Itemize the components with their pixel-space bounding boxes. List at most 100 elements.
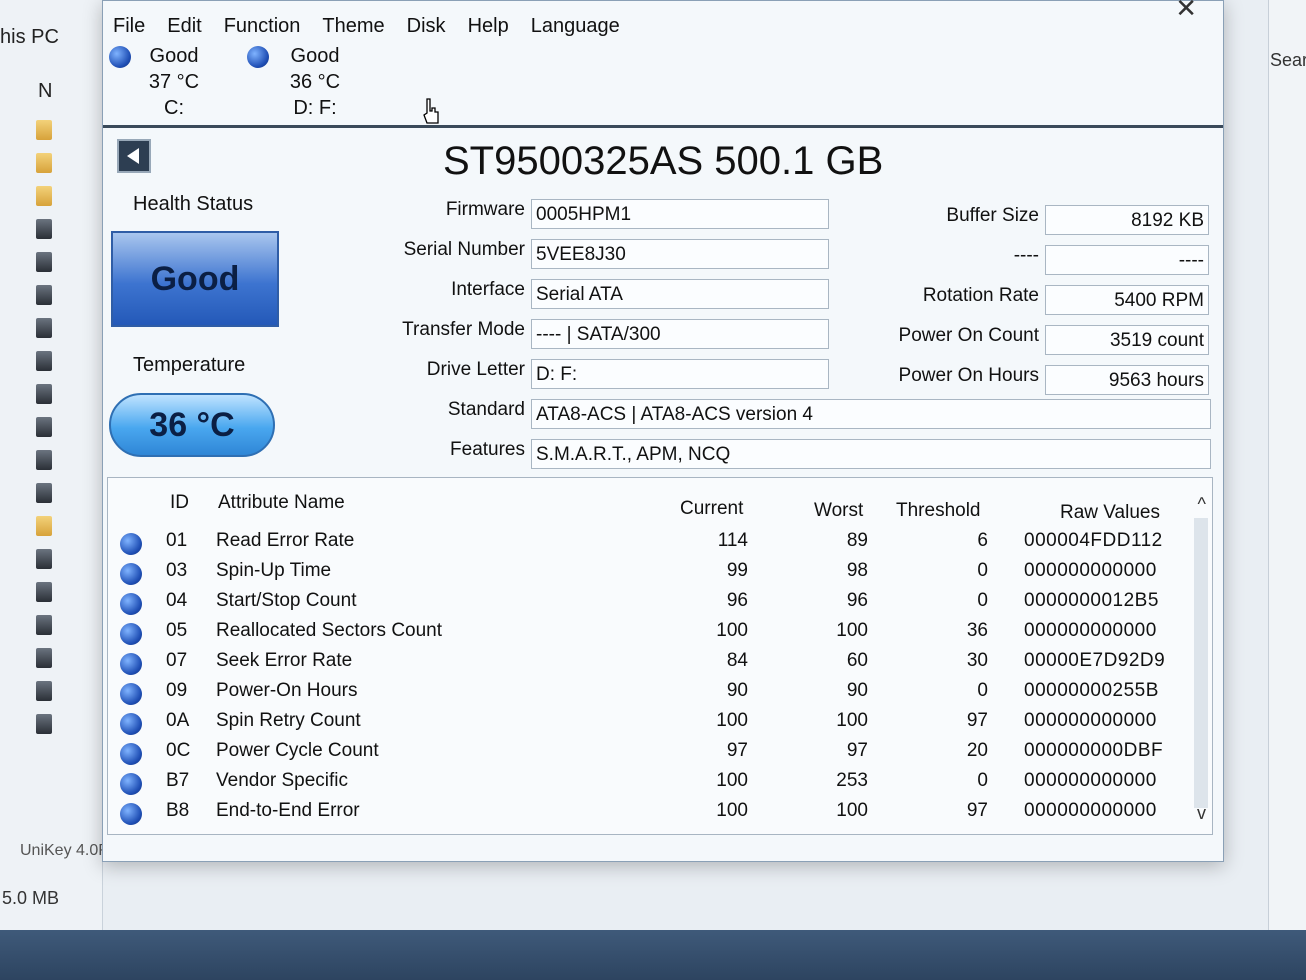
file-icon[interactable] bbox=[36, 483, 52, 503]
smart-attributes-table[interactable]: ID Attribute Name Current Worst Threshol… bbox=[107, 477, 1213, 835]
column-header-worst[interactable]: Worst bbox=[814, 500, 863, 522]
table-row[interactable]: B7 Vendor Specific 100 253 0 00000000000… bbox=[108, 768, 1188, 798]
serial-number-label: Serial Number bbox=[403, 239, 525, 260]
table-row[interactable]: 01 Read Error Rate 114 89 6 000004FDD112 bbox=[108, 528, 1188, 558]
file-icon[interactable] bbox=[36, 615, 52, 635]
attribute-current: 84 bbox=[726, 650, 748, 671]
this-pc-label[interactable]: his PC bbox=[0, 26, 59, 49]
status-size: 5.0 MB bbox=[2, 888, 60, 908]
header-separator bbox=[103, 125, 1223, 128]
file-icon[interactable] bbox=[36, 318, 52, 338]
attribute-id: 0C bbox=[166, 740, 191, 761]
previous-disk-button[interactable] bbox=[117, 139, 151, 173]
attribute-current: 97 bbox=[726, 740, 748, 761]
health-status-label: Health Status bbox=[133, 193, 254, 215]
file-icon[interactable] bbox=[36, 681, 52, 701]
attribute-id: 07 bbox=[166, 650, 188, 671]
file-icon[interactable] bbox=[36, 582, 52, 602]
attribute-threshold: 30 bbox=[966, 650, 988, 671]
column-header-threshold[interactable]: Threshold bbox=[896, 500, 981, 522]
attribute-current: 96 bbox=[726, 590, 748, 611]
attribute-worst: 100 bbox=[836, 710, 868, 731]
attribute-threshold: 0 bbox=[977, 560, 988, 581]
firmware-value: 0005HPM1 bbox=[531, 199, 829, 229]
table-row[interactable]: 09 Power-On Hours 90 90 0 00000000255B bbox=[108, 678, 1188, 708]
table-row[interactable]: 0C Power Cycle Count 97 97 20 000000000D… bbox=[108, 738, 1188, 768]
taskbar bbox=[0, 930, 1306, 980]
file-icon[interactable] bbox=[36, 714, 52, 734]
folder-icon[interactable] bbox=[36, 120, 52, 140]
attribute-name: Reallocated Sectors Count bbox=[216, 620, 443, 641]
attribute-id: B8 bbox=[166, 800, 190, 821]
table-row[interactable]: 04 Start/Stop Count 96 96 0 0000000012B5 bbox=[108, 588, 1188, 618]
table-row[interactable]: 0A Spin Retry Count 100 100 97 000000000… bbox=[108, 708, 1188, 738]
folder-icon[interactable] bbox=[36, 186, 52, 206]
attribute-name: Spin-Up Time bbox=[216, 560, 332, 581]
file-icon[interactable] bbox=[36, 648, 52, 668]
status-dot-icon bbox=[120, 803, 142, 825]
column-header-attribute-name[interactable]: Attribute Name bbox=[218, 492, 345, 514]
attribute-name: Read Error Rate bbox=[216, 530, 355, 551]
attribute-worst: 100 bbox=[836, 800, 868, 821]
close-icon[interactable]: ✕ bbox=[1175, 0, 1197, 24]
attribute-id: 01 bbox=[166, 530, 188, 551]
table-row[interactable]: 07 Seek Error Rate 84 60 30 00000E7D92D9 bbox=[108, 648, 1188, 678]
power-on-hours-label: Power On Hours bbox=[898, 365, 1039, 386]
file-icon[interactable] bbox=[36, 285, 52, 305]
attribute-threshold: 0 bbox=[977, 680, 988, 701]
power-on-count-value: 3519 count bbox=[1045, 325, 1209, 355]
file-icon[interactable] bbox=[36, 417, 52, 437]
attribute-id: 03 bbox=[166, 560, 188, 581]
attribute-raw: 000000000000 bbox=[1024, 710, 1157, 731]
drive-temp: 37 °C bbox=[148, 71, 200, 93]
folder-icon[interactable] bbox=[36, 153, 52, 173]
attribute-raw: 00000E7D92D9 bbox=[1024, 650, 1166, 671]
hand-cursor-icon bbox=[423, 98, 439, 124]
health-status-badge[interactable]: Good bbox=[111, 231, 279, 327]
folder-icon[interactable] bbox=[36, 516, 52, 536]
status-dot-icon bbox=[120, 623, 142, 645]
status-dot-icon bbox=[120, 743, 142, 765]
file-icon[interactable] bbox=[36, 384, 52, 404]
drive-letter: C: bbox=[164, 97, 184, 119]
standard-label: Standard bbox=[447, 399, 525, 420]
drive-tab-d[interactable]: Good 36 °C D: F: bbox=[277, 43, 353, 121]
interface-label: Interface bbox=[451, 279, 525, 300]
table-row[interactable]: 05 Reallocated Sectors Count 100 100 36 … bbox=[108, 618, 1188, 648]
search-box[interactable]: Sear bbox=[1270, 50, 1306, 71]
attribute-threshold: 6 bbox=[977, 530, 988, 551]
drive-tab-c[interactable]: Good 37 °C C: bbox=[137, 43, 211, 121]
file-icon[interactable] bbox=[36, 219, 52, 239]
attribute-name: Spin Retry Count bbox=[216, 710, 361, 731]
file-icon[interactable] bbox=[36, 450, 52, 470]
table-scrollbar[interactable] bbox=[1194, 518, 1208, 808]
file-icon[interactable] bbox=[36, 549, 52, 569]
scroll-down-icon[interactable]: v bbox=[1197, 803, 1206, 824]
attribute-id: 05 bbox=[166, 620, 188, 641]
column-header-current[interactable]: Current bbox=[680, 498, 743, 520]
temperature-badge[interactable]: 36 °C bbox=[109, 393, 275, 457]
blank-label: ---- bbox=[1013, 245, 1039, 266]
column-header-raw-values[interactable]: Raw Values bbox=[1060, 502, 1160, 524]
table-row[interactable]: 03 Spin-Up Time 99 98 0 000000000000 bbox=[108, 558, 1188, 588]
temperature-label: Temperature bbox=[133, 354, 246, 376]
file-icon[interactable] bbox=[36, 252, 52, 272]
drive-tabs: Good 37 °C C: Good 36 °C D: F: bbox=[103, 41, 1223, 123]
blank-value: ---- bbox=[1045, 245, 1209, 275]
drive-letter: D: F: bbox=[293, 97, 337, 119]
attribute-current: 114 bbox=[717, 530, 748, 551]
attribute-worst: 89 bbox=[846, 530, 868, 551]
scroll-up-icon[interactable]: ^ bbox=[1198, 494, 1206, 515]
disk-title: ST9500325AS 500.1 GB bbox=[443, 139, 884, 183]
explorer-icon-column bbox=[28, 120, 58, 747]
table-row[interactable]: B8 End-to-End Error 100 100 97 000000000… bbox=[108, 798, 1188, 828]
serial-number-value: 5VEE8J30 bbox=[531, 239, 829, 269]
transfer-mode-value: ---- | SATA/300 bbox=[531, 319, 829, 349]
column-header-id[interactable]: ID bbox=[170, 492, 189, 514]
attribute-worst: 90 bbox=[846, 680, 868, 701]
attribute-current: 90 bbox=[726, 680, 748, 701]
status-dot-icon bbox=[120, 713, 142, 735]
file-icon[interactable] bbox=[36, 351, 52, 371]
attribute-worst: 60 bbox=[846, 650, 868, 671]
drive-letter-value: D: F: bbox=[531, 359, 829, 389]
